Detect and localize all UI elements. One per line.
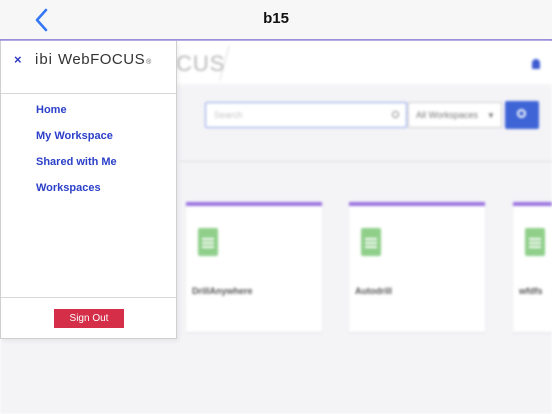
brand-prefix: ibi: [35, 51, 54, 68]
navigation-bar: b15: [0, 0, 552, 41]
brand-logo: ibi WebFOCUS ®: [35, 51, 151, 68]
search-icon: [517, 109, 526, 118]
document-icon: [198, 228, 218, 256]
drawer-divider: [1, 297, 176, 298]
menu-item-home[interactable]: Home: [36, 104, 117, 130]
app-logo: CUS: [176, 51, 226, 76]
menu-item-my-workspace[interactable]: My Workspace: [36, 130, 117, 156]
workspace-select[interactable]: All Workspaces ▼: [408, 102, 502, 128]
side-drawer: × ibi WebFOCUS ® Home My Workspace Share…: [0, 41, 177, 339]
document-icon: [361, 228, 381, 256]
close-icon[interactable]: ×: [14, 53, 22, 67]
menu-item-shared-with-me[interactable]: Shared with Me: [36, 156, 117, 182]
content-divider: [180, 161, 552, 162]
content-card[interactable]: wfdfs: [513, 202, 552, 332]
drawer-menu: Home My Workspace Shared with Me Workspa…: [36, 104, 117, 208]
sign-out-button[interactable]: Sign Out: [54, 309, 124, 328]
nav-title: b15: [263, 10, 289, 27]
user-icon[interactable]: [532, 59, 540, 69]
menu-item-workspaces[interactable]: Workspaces: [36, 182, 117, 208]
document-icon: [525, 228, 545, 256]
workspace-select-value: All Workspaces: [416, 110, 478, 120]
search-placeholder: Search: [214, 110, 243, 120]
card-label: Autodrill: [355, 286, 392, 296]
search-icon: [392, 111, 399, 118]
caret-down-icon: ▼: [487, 111, 495, 120]
content-card[interactable]: Autodrill: [349, 202, 485, 332]
drawer-divider: [1, 93, 176, 94]
brand-name: WebFOCUS: [58, 51, 146, 68]
search-button[interactable]: [505, 101, 539, 129]
card-label: DrillAnywhere: [192, 286, 253, 296]
search-input[interactable]: Search: [205, 102, 407, 128]
brand-registered-mark: ®: [146, 59, 152, 66]
card-label: wfdfs: [519, 286, 543, 296]
content-card[interactable]: DrillAnywhere: [186, 202, 322, 332]
